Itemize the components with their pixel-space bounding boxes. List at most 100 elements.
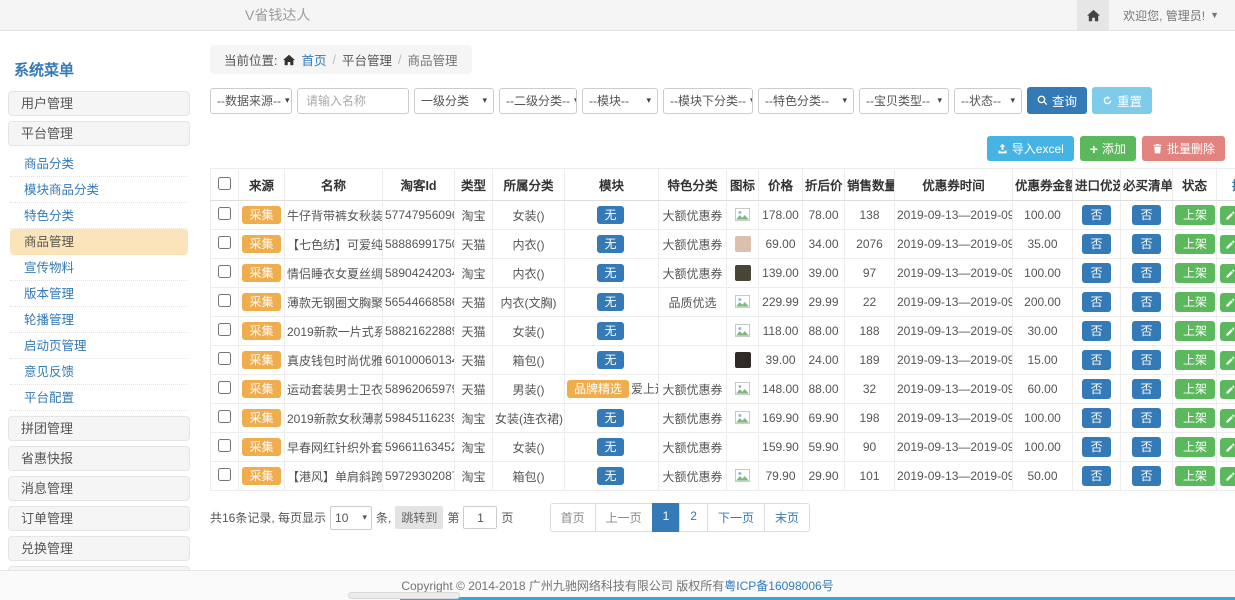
status-select[interactable]: --状态--▾ [954, 88, 1022, 114]
must-buy-toggle[interactable]: 否 [1132, 234, 1160, 254]
row-checkbox[interactable] [218, 294, 231, 307]
sidebar-item[interactable]: 商品分类 [10, 151, 188, 177]
sidebar-group-header[interactable]: 拼团管理 [8, 416, 190, 441]
status-button[interactable]: 上架 [1175, 321, 1215, 341]
module-sub-category-select[interactable]: --模块下分类--▾ [663, 88, 753, 114]
status-button[interactable]: 上架 [1175, 408, 1215, 428]
row-checkbox[interactable] [218, 381, 231, 394]
sidebar-item-active[interactable]: 商品管理 [10, 229, 188, 255]
row-checkbox[interactable] [218, 265, 231, 278]
must-buy-toggle[interactable]: 否 [1132, 321, 1160, 341]
sidebar-group-header[interactable]: 用户管理 [8, 91, 190, 116]
status-button[interactable]: 上架 [1175, 234, 1215, 254]
must-buy-toggle[interactable]: 否 [1132, 263, 1160, 283]
edit-button[interactable] [1220, 264, 1235, 283]
page-button[interactable]: 下一页 [707, 503, 765, 532]
status-button[interactable]: 上架 [1175, 292, 1215, 312]
page-button[interactable]: 上一页 [595, 503, 653, 532]
page-button-current[interactable]: 1 [652, 503, 681, 532]
import-select-toggle[interactable]: 否 [1082, 437, 1110, 457]
sidebar-item[interactable]: 模块商品分类 [10, 177, 188, 203]
must-buy-toggle[interactable]: 否 [1132, 466, 1160, 486]
search-button[interactable]: 查询 [1027, 87, 1087, 114]
import-select-toggle[interactable]: 否 [1082, 263, 1110, 283]
edit-button[interactable] [1220, 206, 1235, 225]
sidebar-group-header[interactable]: 兑换管理 [8, 536, 190, 561]
import-select-toggle[interactable]: 否 [1082, 205, 1110, 225]
page-button[interactable]: 末页 [764, 503, 810, 532]
import-select-toggle[interactable]: 否 [1082, 466, 1110, 486]
must-buy-toggle[interactable]: 否 [1132, 350, 1160, 370]
row-checkbox[interactable] [218, 410, 231, 423]
must-buy-toggle[interactable]: 否 [1132, 205, 1160, 225]
sidebar-group-header[interactable]: 消息管理 [8, 476, 190, 501]
edit-button[interactable] [1220, 322, 1235, 341]
import-select-toggle[interactable]: 否 [1082, 321, 1110, 341]
row-checkbox[interactable] [218, 323, 231, 336]
edit-button[interactable] [1220, 409, 1235, 428]
must-buy-toggle[interactable]: 否 [1132, 437, 1160, 457]
batch-delete-button[interactable]: 批量删除 [1142, 136, 1225, 161]
page-number-input[interactable] [463, 506, 497, 529]
select-all-checkbox[interactable] [218, 177, 231, 190]
status-button[interactable]: 上架 [1175, 379, 1215, 399]
feature-category-select[interactable]: --特色分类--▾ [758, 88, 854, 114]
status-button[interactable]: 上架 [1175, 350, 1215, 370]
home-button[interactable] [1077, 0, 1109, 30]
must-buy-toggle[interactable]: 否 [1132, 408, 1160, 428]
sidebar-group-header[interactable]: 订单管理 [8, 506, 190, 531]
jump-to-button[interactable]: 跳转到 [395, 506, 443, 529]
edit-button[interactable] [1220, 293, 1235, 312]
import-select-toggle[interactable]: 否 [1082, 408, 1110, 428]
module-cell: 无 [565, 201, 659, 230]
edit-button[interactable] [1220, 351, 1235, 370]
level2-category-select[interactable]: --二级分类--▾ [499, 88, 577, 114]
sidebar-group-header[interactable]: 省惠快报 [8, 446, 190, 471]
sidebar-menu: 用户管理平台管理商品分类模块商品分类特色分类商品管理宣传物料版本管理轮播管理启动… [8, 91, 190, 591]
sidebar-item[interactable]: 特色分类 [10, 203, 188, 229]
item-type-select[interactable]: --宝贝类型--▾ [859, 88, 949, 114]
row-checkbox[interactable] [218, 439, 231, 452]
must-buy-toggle[interactable]: 否 [1132, 379, 1160, 399]
status-button[interactable]: 上架 [1175, 263, 1215, 283]
edit-button[interactable] [1220, 235, 1235, 254]
page-button[interactable]: 2 [679, 503, 708, 532]
icon-cell [727, 259, 759, 288]
level1-category-select[interactable]: 一级分类▾ [414, 88, 494, 114]
sidebar-item[interactable]: 启动页管理 [10, 333, 188, 359]
page-button[interactable]: 首页 [550, 503, 596, 532]
table-row: 采集 情侣睡衣女夏丝绸男士... 589042420344 淘宝 内衣() 无 … [211, 259, 1235, 288]
sidebar-item[interactable]: 轮播管理 [10, 307, 188, 333]
horizontal-scrollbar-thumb[interactable] [348, 592, 460, 599]
row-checkbox[interactable] [218, 207, 231, 220]
import-excel-button[interactable]: 导入excel [987, 136, 1074, 161]
row-checkbox[interactable] [218, 236, 231, 249]
add-button[interactable]: + 添加 [1080, 136, 1136, 161]
breadcrumb-home-link[interactable]: 首页 [301, 50, 326, 69]
must-buy-toggle[interactable]: 否 [1132, 292, 1160, 312]
per-page-select[interactable]: 10 ▾ [330, 506, 372, 530]
user-menu[interactable]: 欢迎您, 管理员! ▼ [1123, 7, 1219, 24]
icp-link[interactable]: 粤ICP备16098006号 [724, 577, 833, 594]
edit-button[interactable] [1220, 380, 1235, 399]
reset-button[interactable]: 重置 [1092, 87, 1152, 114]
module-select[interactable]: --模块--▾ [582, 88, 658, 114]
data-source-select[interactable]: --数据来源--▾ [210, 88, 292, 114]
sidebar-item[interactable]: 宣传物料 [10, 255, 188, 281]
edit-button[interactable] [1220, 438, 1235, 457]
sidebar-item[interactable]: 意见反馈 [10, 359, 188, 385]
import-select-toggle[interactable]: 否 [1082, 234, 1110, 254]
row-checkbox[interactable] [218, 352, 231, 365]
import-select-toggle[interactable]: 否 [1082, 292, 1110, 312]
status-button[interactable]: 上架 [1175, 205, 1215, 225]
sidebar-item[interactable]: 平台配置 [10, 385, 188, 411]
status-button[interactable]: 上架 [1175, 466, 1215, 486]
sidebar-group-header[interactable]: 平台管理 [8, 121, 190, 146]
sidebar-item[interactable]: 版本管理 [10, 281, 188, 307]
import-select-toggle[interactable]: 否 [1082, 379, 1110, 399]
row-checkbox[interactable] [218, 468, 231, 481]
import-select-toggle[interactable]: 否 [1082, 350, 1110, 370]
name-search-input[interactable] [297, 88, 409, 114]
status-button[interactable]: 上架 [1175, 437, 1215, 457]
edit-button[interactable] [1220, 467, 1235, 486]
